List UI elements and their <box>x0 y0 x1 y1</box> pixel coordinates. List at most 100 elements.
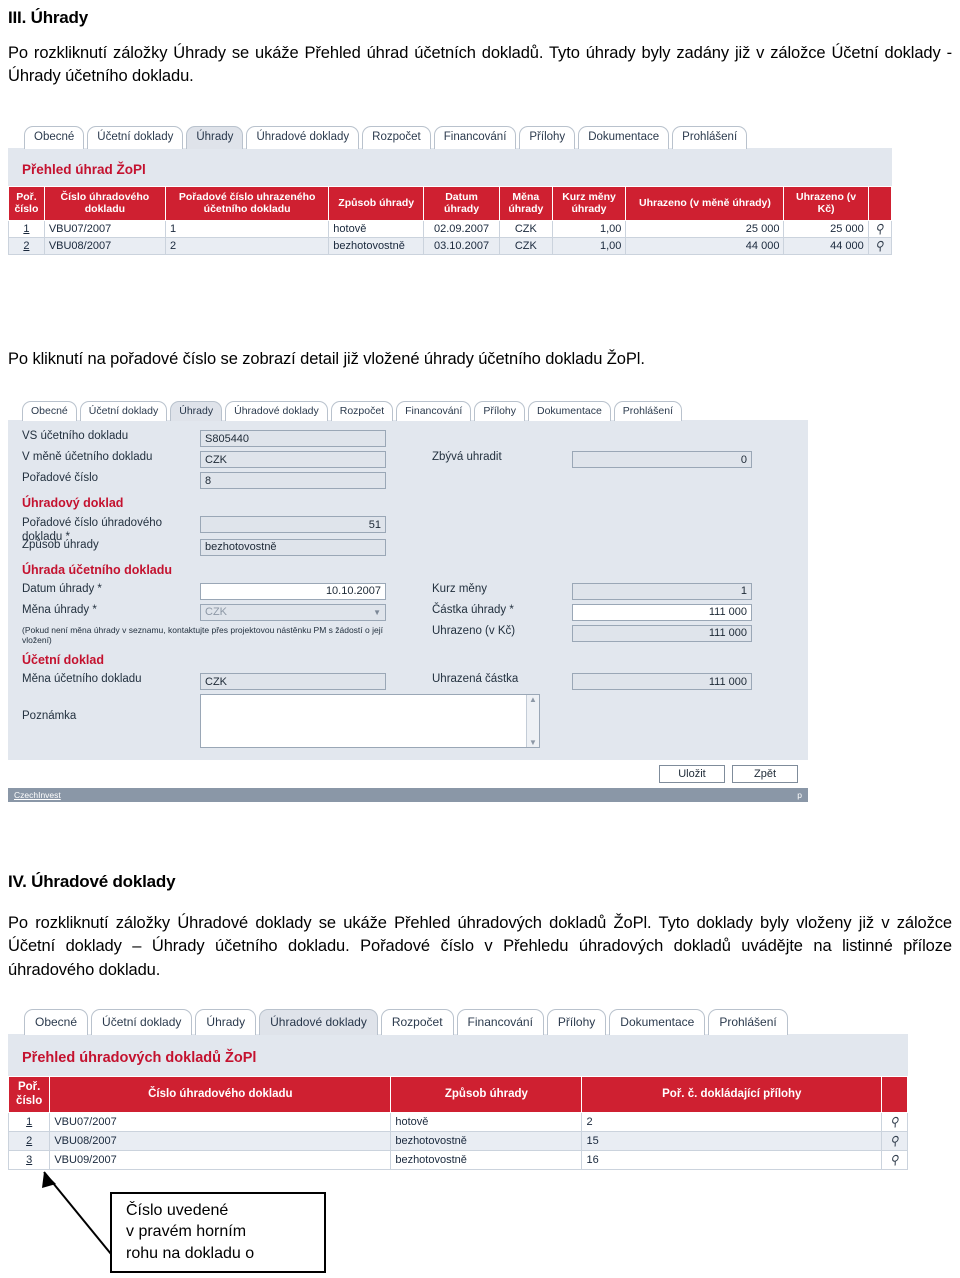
select-mena-value: CZK <box>205 606 227 619</box>
input-uhrazeno-kc[interactable]: 111 000 <box>572 624 752 642</box>
field-row-poznamka: Poznámka ▲ ▼ <box>22 694 794 756</box>
cell-por-cislo[interactable]: 2 <box>8 1131 51 1152</box>
pencil-icon[interactable]: ⚲ <box>889 1152 901 1168</box>
pencil-icon[interactable]: ⚲ <box>874 238 886 253</box>
pencil-icon[interactable]: ⚲ <box>889 1133 901 1149</box>
cell-por-cislo[interactable]: 1 <box>8 219 45 238</box>
th-mena-uhrady: Měna úhrady <box>498 186 553 221</box>
tab-obecne[interactable]: Obecné <box>24 125 85 149</box>
pencil-icon[interactable]: ⚲ <box>874 221 886 236</box>
input-mena-ucetniho-dokladu[interactable]: CZK <box>200 673 386 690</box>
tab-ucetni-doklady[interactable]: Účetní doklady <box>87 125 184 149</box>
field-row-zpusob-uhrady: Způsob úhrady bezhotovostně <box>22 538 794 556</box>
back-button[interactable]: Zpět <box>732 765 798 783</box>
table-prehled-uhrad: Poř. číslo Číslo úhradového dokladu Pořa… <box>8 186 893 255</box>
cell-uhrazeno-mena: 44 000 <box>625 236 785 255</box>
section-title-uhradovy-doklad: Úhradový doklad <box>22 496 124 510</box>
table-row[interactable]: 1 VBU07/2007 1 hotově 02.09.2007 CZK 1,0… <box>8 219 893 238</box>
note-mena-uhrady: (Pokud není měna úhrady v seznamu, konta… <box>22 624 383 646</box>
document-page: III. Úhrady Po rozkliknutí záložky Úhrad… <box>0 0 960 1278</box>
textarea-scrollbar[interactable]: ▲ ▼ <box>526 695 539 747</box>
tab-prilohy[interactable]: Přílohy <box>474 400 525 421</box>
input-castka-uhrady[interactable]: 111 000 <box>572 603 752 621</box>
label-uhrazena-castka: Uhrazená částka <box>432 673 519 685</box>
scroll-down-icon[interactable]: ▼ <box>529 738 537 747</box>
cell-uhrazeno-mena: 25 000 <box>625 219 785 238</box>
cell-edit[interactable]: ⚲ <box>881 1131 908 1152</box>
section-4-paragraph: Po rozkliknutí záložky Úhradové doklady … <box>8 914 952 979</box>
tab-rozpocet[interactable]: Rozpočet <box>380 1009 454 1035</box>
th-zpusob-uhrady: Způsob úhrady <box>390 1075 583 1114</box>
th-uhrazeno-kc: Uhrazeno (v Kč) <box>783 186 869 221</box>
tab-prohlaseni[interactable]: Prohlášení <box>613 400 682 421</box>
cell-edit[interactable]: ⚲ <box>881 1112 908 1133</box>
table-row[interactable]: 2 VBU08/2007 2 bezhotovostně 03.10.2007 … <box>8 236 893 255</box>
form-area: VS účetního dokladu S805440 V měně účetn… <box>8 420 808 756</box>
tab-uhradove-doklady[interactable]: Úhradové doklady <box>225 400 328 421</box>
panel-title-1: Přehled úhrad ŽoPl <box>22 162 146 177</box>
tab-prohlaseni[interactable]: Prohlášení <box>708 1009 788 1035</box>
section-title-uhrada-ucetniho: Úhrada účetního dokladu <box>22 562 173 577</box>
tab-uhrady[interactable]: Úhrady <box>186 125 244 149</box>
cell-edit[interactable]: ⚲ <box>881 1150 908 1171</box>
save-button[interactable]: Uložit <box>659 765 725 783</box>
cell-edit[interactable]: ⚲ <box>867 236 893 255</box>
input-vs[interactable]: S805440 <box>200 430 386 447</box>
tab-uhradove-doklady[interactable]: Úhradové doklady <box>259 1009 378 1035</box>
table-row[interactable]: 1 VBU07/2007 hotově 2 ⚲ <box>8 1112 908 1133</box>
textarea-poznamka[interactable]: ▲ ▼ <box>200 694 540 748</box>
input-mena-ucetniho[interactable]: CZK <box>200 451 386 468</box>
table-row[interactable]: 2 VBU08/2007 bezhotovostně 15 ⚲ <box>8 1131 908 1152</box>
label-datum-uhrady: Datum úhrady * <box>22 582 102 595</box>
tab-obecne[interactable]: Obecné <box>22 400 77 421</box>
cell-por-cislo[interactable]: 1 <box>8 1112 51 1133</box>
tab-uhrady[interactable]: Úhrady <box>170 400 223 421</box>
input-kurz-meny[interactable]: 1 <box>572 582 752 600</box>
cell-zpusob: hotově <box>390 1112 583 1133</box>
cell-cislo-dokladu: VBU08/2007 <box>43 236 166 255</box>
tab-prohlaseni[interactable]: Prohlášení <box>672 125 748 149</box>
select-mena-uhrady[interactable]: CZK ▼ <box>200 603 386 621</box>
tab-ucetni-doklady[interactable]: Účetní doklady <box>79 400 168 421</box>
tab-prilohy[interactable]: Přílohy <box>519 125 576 149</box>
label-mena-uhrady: Měna úhrady * <box>22 603 97 616</box>
input-datum-uhrady[interactable]: 10.10.2007 <box>200 582 386 600</box>
tab-dokumentace[interactable]: Dokumentace <box>528 400 611 421</box>
tab-ucetni-doklady[interactable]: Účetní doklady <box>91 1009 193 1035</box>
input-por-uhradoveho[interactable]: 51 <box>200 516 386 533</box>
cell-edit[interactable]: ⚲ <box>867 219 893 238</box>
tab-dokumentace[interactable]: Dokumentace <box>609 1009 706 1035</box>
tab-rozpocet[interactable]: Rozpočet <box>362 125 431 149</box>
table-header-row: Poř. číslo Číslo úhradového dokladu Způs… <box>8 1075 908 1114</box>
tab-obecne[interactable]: Obecné <box>24 1009 89 1035</box>
tab-prilohy[interactable]: Přílohy <box>546 1009 607 1035</box>
input-zpusob-uhrady[interactable]: bezhotovostně <box>200 538 386 556</box>
tab-financovani[interactable]: Financování <box>456 1009 544 1035</box>
label-mena-ucetniho-dokladu: Měna účetního dokladu <box>22 673 142 685</box>
pencil-icon[interactable]: ⚲ <box>889 1114 901 1130</box>
panel-prehled-uhrad: Přehled úhrad ŽoPl Poř. číslo Číslo úhra… <box>8 147 893 255</box>
form-buttons: Uložit Zpět <box>8 760 808 788</box>
tab-uhrady[interactable]: Úhrady <box>195 1009 257 1035</box>
label-castka-uhrady: Částka úhrady * <box>432 603 514 616</box>
tab-financovani[interactable]: Financování <box>433 125 517 149</box>
tab-uhradove-doklady[interactable]: Úhradové doklady <box>246 125 360 149</box>
input-poradove[interactable]: 8 <box>200 472 386 489</box>
footer-brand[interactable]: CzechInvest <box>14 790 61 800</box>
label-vs: VS účetního dokladu <box>22 430 129 442</box>
table-row[interactable]: 3 VBU09/2007 bezhotovostně 16 ⚲ <box>8 1150 908 1171</box>
tab-financovani[interactable]: Financování <box>396 400 472 421</box>
input-uhrazena-castka[interactable]: 111 000 <box>572 673 752 690</box>
cell-zpusob: hotově <box>328 219 425 238</box>
chevron-down-icon[interactable]: ▼ <box>373 608 381 617</box>
tab-dokumentace[interactable]: Dokumentace <box>578 125 670 149</box>
cell-por-cislo[interactable]: 3 <box>8 1150 51 1171</box>
section-title-ucetni-doklad: Účetní doklad <box>22 653 104 667</box>
cell-por-cislo[interactable]: 2 <box>8 236 45 255</box>
scroll-up-icon[interactable]: ▲ <box>529 695 537 704</box>
tab-rozpocet[interactable]: Rozpočet <box>330 400 394 421</box>
app-footer: CzechInvest p <box>8 788 808 802</box>
th-actions <box>867 186 893 221</box>
cell-kurz: 1,00 <box>551 236 627 255</box>
input-zbyva-uhradit[interactable]: 0 <box>572 451 752 468</box>
